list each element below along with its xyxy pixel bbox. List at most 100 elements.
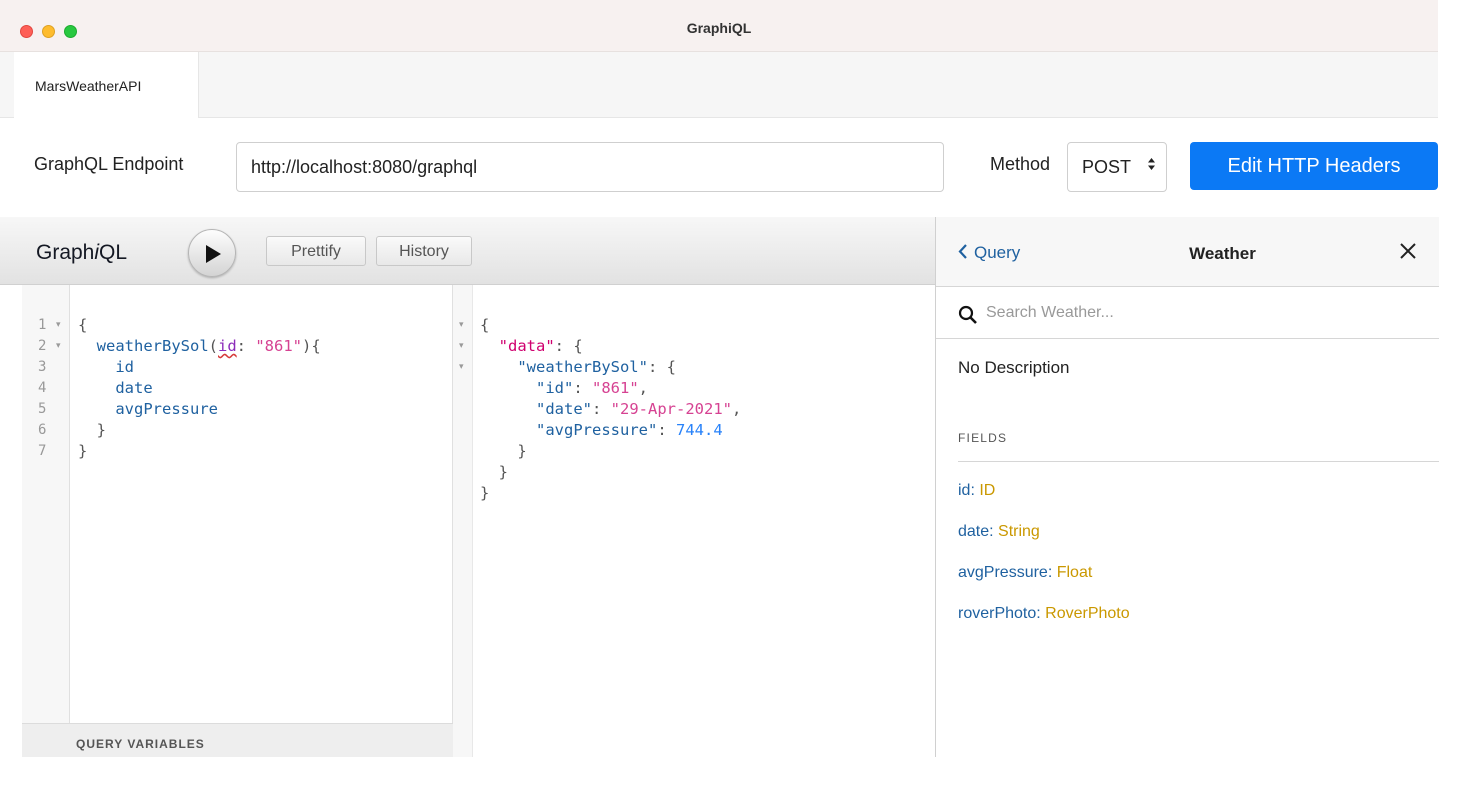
line-number: 7 bbox=[38, 443, 47, 459]
result-token: "861" bbox=[592, 379, 639, 397]
result-token: } bbox=[480, 484, 490, 502]
fold-arrow-icon[interactable]: ▾ bbox=[459, 319, 464, 330]
line-number: 1 bbox=[38, 317, 47, 333]
window-titlebar: GraphiQL bbox=[0, 0, 1438, 52]
docs-explorer: Query Weather Search Weather... No Descr… bbox=[935, 217, 1439, 757]
result-token: : bbox=[657, 421, 676, 439]
query-line: { bbox=[78, 315, 87, 335]
prettify-button[interactable]: Prettify bbox=[266, 236, 366, 266]
type-description: No Description bbox=[958, 358, 1070, 377]
query-token: } bbox=[78, 442, 88, 460]
result-line: "weatherBySol": { bbox=[480, 357, 676, 377]
result-token: "avgPressure" bbox=[536, 421, 658, 439]
query-line: } bbox=[78, 420, 106, 440]
field-type-link[interactable]: ID bbox=[979, 482, 995, 499]
field-type-link[interactable]: String bbox=[998, 523, 1040, 540]
result-token bbox=[480, 358, 517, 376]
query-token: weatherBySol bbox=[96, 337, 209, 355]
query-token: date bbox=[115, 379, 153, 397]
fields-divider bbox=[958, 461, 1439, 462]
docs-header: Query Weather bbox=[936, 217, 1439, 287]
query-token: ( bbox=[208, 337, 218, 355]
play-icon bbox=[206, 245, 221, 263]
query-token: id bbox=[115, 358, 134, 376]
field-name[interactable]: date bbox=[958, 523, 989, 540]
field-type-link[interactable]: RoverPhoto bbox=[1045, 605, 1130, 622]
result-token: } bbox=[480, 442, 527, 460]
result-line: { bbox=[480, 315, 489, 335]
graphiql-toolbar: GraphiQL Prettify History bbox=[0, 217, 935, 285]
history-button[interactable]: History bbox=[376, 236, 472, 266]
result-token bbox=[480, 337, 499, 355]
line-number: 3 bbox=[38, 359, 47, 375]
method-select[interactable]: POST bbox=[1067, 142, 1167, 192]
query-token bbox=[78, 337, 97, 355]
query-line: id bbox=[78, 357, 134, 377]
window-title: GraphiQL bbox=[686, 20, 752, 36]
graphiql-logo: GraphiQL bbox=[36, 241, 128, 264]
result-token bbox=[480, 400, 536, 418]
result-token: } bbox=[480, 463, 508, 481]
query-token: ){ bbox=[302, 337, 321, 355]
docs-search[interactable]: Search Weather... bbox=[936, 287, 1439, 339]
run-query-button[interactable] bbox=[188, 229, 236, 277]
field-name[interactable]: avgPressure bbox=[958, 564, 1048, 581]
result-token: : bbox=[592, 400, 611, 418]
field-roverPhoto[interactable]: roverPhoto: RoverPhoto bbox=[958, 605, 1130, 623]
line-number: 2 bbox=[38, 338, 47, 354]
docs-type-title: Weather bbox=[1189, 244, 1256, 263]
query-token: avgPressure bbox=[115, 400, 218, 418]
field-separator: : bbox=[1036, 605, 1046, 622]
query-token: "861" bbox=[255, 337, 303, 355]
result-token: , bbox=[732, 400, 742, 418]
field-separator: : bbox=[989, 523, 999, 540]
result-token: : bbox=[573, 379, 592, 397]
graphiql-main: GraphiQL Prettify History 1 ▾ 2 ▾ 3 4 5 6 7 { we… bbox=[0, 217, 935, 757]
query-line: weatherBySol(id: "861"){ bbox=[78, 336, 321, 356]
result-token: "data" bbox=[498, 337, 555, 355]
endpoint-label: GraphQL Endpoint bbox=[34, 154, 184, 174]
field-name[interactable]: id bbox=[958, 482, 970, 499]
result-token: , bbox=[638, 379, 649, 397]
result-line: "date": "29-Apr-2021", bbox=[480, 399, 741, 419]
line-number: 4 bbox=[38, 380, 47, 396]
line-number: 6 bbox=[38, 422, 47, 438]
fold-arrow-icon[interactable]: ▾ bbox=[459, 340, 464, 351]
method-label: Method bbox=[990, 154, 1051, 174]
close-docs-button[interactable] bbox=[1398, 241, 1418, 266]
fold-arrow-icon[interactable]: ▾ bbox=[56, 319, 61, 330]
result-token: 744.4 bbox=[676, 421, 723, 439]
field-date[interactable]: date: String bbox=[958, 523, 1040, 541]
query-editor[interactable]: 1 ▾ 2 ▾ 3 4 5 6 7 { weatherBySol(id: "861"){ id … bbox=[0, 285, 453, 757]
updown-arrows-icon bbox=[1147, 157, 1156, 172]
fold-arrow-icon[interactable]: ▾ bbox=[56, 340, 61, 351]
query-token bbox=[78, 358, 115, 376]
field-avgPressure[interactable]: avgPressure: Float bbox=[958, 564, 1092, 582]
field-name[interactable]: roverPhoto bbox=[958, 605, 1036, 622]
field-id[interactable]: id: ID bbox=[958, 482, 995, 500]
query-line: date bbox=[78, 378, 153, 398]
tab-bar: MarsWeatherAPI bbox=[0, 52, 1438, 118]
result-token: "id" bbox=[536, 379, 574, 397]
query-line: } bbox=[78, 441, 87, 461]
tab-marsweatherapi[interactable]: MarsWeatherAPI bbox=[14, 52, 199, 118]
fields-heading: FIELDS bbox=[958, 431, 1008, 445]
result-viewer: ▾ ▾ ▾ { "data": { "weatherBySol": { "id": … bbox=[453, 285, 935, 757]
query-token bbox=[78, 379, 115, 397]
result-token: : { bbox=[554, 337, 583, 355]
result-line: } bbox=[480, 483, 489, 503]
query-token bbox=[78, 400, 115, 418]
result-token: { bbox=[480, 316, 490, 334]
field-separator: : bbox=[1047, 564, 1057, 581]
result-line: "avgPressure": 744.4 bbox=[480, 420, 723, 440]
result-line: } bbox=[480, 441, 527, 461]
endpoint-url-input[interactable] bbox=[236, 142, 944, 192]
fold-arrow-icon[interactable]: ▾ bbox=[459, 361, 464, 372]
docs-search-input[interactable]: Search Weather... bbox=[986, 304, 1114, 322]
close-icon bbox=[1400, 243, 1416, 259]
result-token: "date" bbox=[536, 400, 592, 418]
query-variables-toggle[interactable]: QUERY VARIABLES bbox=[22, 723, 453, 757]
result-token: "weatherBySol" bbox=[517, 358, 648, 376]
edit-http-headers-button[interactable]: Edit HTTP Headers bbox=[1190, 142, 1438, 190]
field-type-link[interactable]: Float bbox=[1057, 564, 1093, 581]
